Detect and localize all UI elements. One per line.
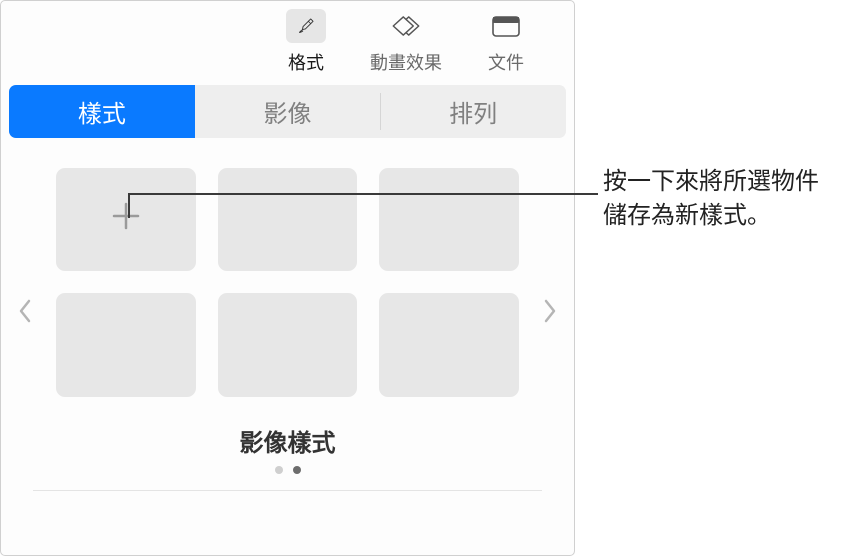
style-thumbnail[interactable] <box>56 293 196 396</box>
style-picker-area: 影像樣式 <box>1 138 574 491</box>
page-dot[interactable] <box>275 466 283 474</box>
paintbrush-icon <box>286 9 326 43</box>
style-thumbnail[interactable] <box>218 293 358 396</box>
tab-style[interactable]: 樣式 <box>9 85 195 138</box>
toolbar-animate-label: 動畫效果 <box>370 49 442 75</box>
style-thumbnail[interactable] <box>218 168 358 271</box>
toolbar-document-label: 文件 <box>488 49 524 75</box>
toolbar-format-label: 格式 <box>288 49 324 75</box>
next-page-arrow[interactable] <box>542 298 558 330</box>
tab-image[interactable]: 影像 <box>195 85 381 138</box>
tab-arrange-label: 排列 <box>449 101 497 128</box>
document-icon <box>486 9 526 43</box>
page-indicator <box>21 466 554 474</box>
toolbar-animate-button[interactable]: 動畫效果 <box>356 9 456 75</box>
styles-section-title: 影像樣式 <box>21 423 554 458</box>
toolbar-document-button[interactable]: 文件 <box>456 9 556 75</box>
top-toolbar: 格式 動畫效果 文件 <box>1 1 574 79</box>
section-divider <box>33 490 542 491</box>
add-style-button[interactable] <box>56 168 196 271</box>
diamond-stack-icon <box>386 9 426 43</box>
style-thumbnail[interactable] <box>379 168 519 271</box>
tab-style-label: 樣式 <box>78 101 126 128</box>
plus-icon <box>108 198 144 241</box>
callout-leader-line <box>128 193 598 195</box>
prev-page-arrow[interactable] <box>17 298 33 330</box>
toolbar-format-button[interactable]: 格式 <box>256 9 356 75</box>
page-dot-active[interactable] <box>293 466 301 474</box>
inspector-panel: 格式 動畫效果 文件 樣式 <box>0 0 575 556</box>
style-thumbnail[interactable] <box>379 293 519 396</box>
tab-arrange[interactable]: 排列 <box>380 85 566 138</box>
callout-annotation: 按一下來將所選物件 儲存為新樣式。 <box>603 165 819 232</box>
inspector-tabs: 樣式 影像 排列 <box>9 85 566 138</box>
tab-image-label: 影像 <box>264 101 312 128</box>
